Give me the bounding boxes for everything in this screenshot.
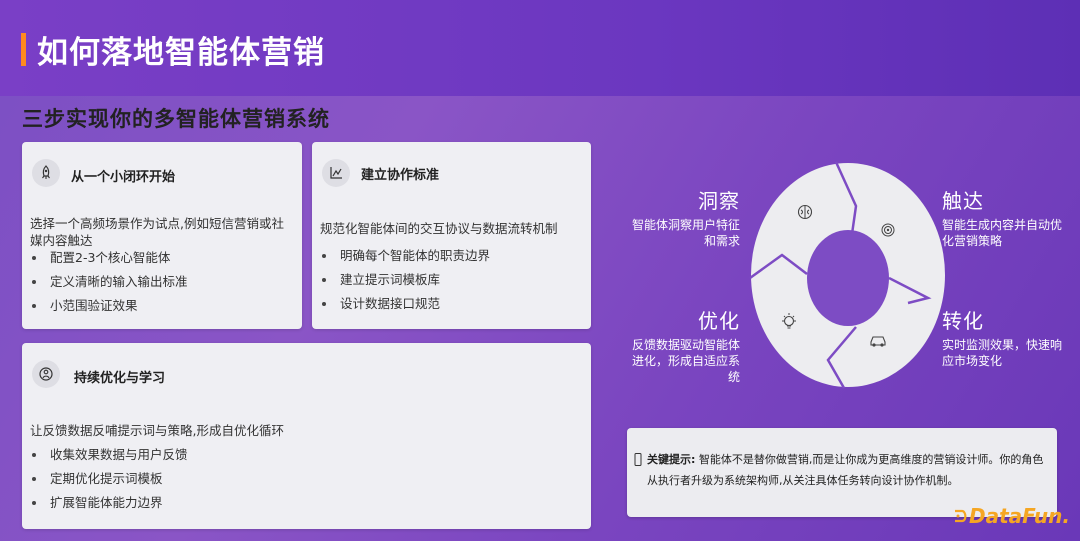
stage-title-convert: 转化 bbox=[942, 309, 984, 333]
card-title: 持续优化与学习 bbox=[74, 371, 166, 386]
bullet-list: 明确每个智能体的职责边界 建立提示词模板库 设计数据接口规范 bbox=[320, 244, 490, 316]
page-title: 如何落地智能体营销 bbox=[37, 35, 325, 71]
title-accent-bar bbox=[21, 33, 26, 66]
cycle-center bbox=[807, 230, 889, 326]
stage-desc-convert: 实时监测效果，快速响应市场变化 bbox=[942, 338, 1063, 368]
card-small-loop: 从一个小闭环开始 选择一个高频场景作为试点,例如短信营销或社媒内容触达 配置2-… bbox=[22, 142, 302, 329]
bullet-item: 配置2-3个核心智能体 bbox=[30, 246, 188, 270]
card-lead-text: 选择一个高频场景作为试点,例如短信营销或社媒内容触达 bbox=[30, 216, 284, 248]
bullet-item: 设计数据接口规范 bbox=[320, 292, 490, 316]
cycle-diagram bbox=[749, 161, 945, 389]
stage-title-reach: 触达 bbox=[942, 189, 984, 213]
card-title: 从一个小闭环开始 bbox=[71, 170, 176, 185]
card-lead-text: 规范化智能体间的交互协议与数据流转机制 bbox=[320, 221, 558, 236]
datafun-logo-mark bbox=[955, 509, 967, 523]
key-tip-text: 关键提示: 智能体不是替你做营销,而是让你成为更高维度的营销设计师。你的角色从执… bbox=[647, 449, 1047, 491]
card-continuous-learning: 持续优化与学习 让反馈数据反哺提示词与策略,形成自优化循环 收集效果数据与用户反… bbox=[22, 343, 591, 529]
bullet-item: 收集效果数据与用户反馈 bbox=[30, 443, 188, 467]
stage-title-insight: 洞察 bbox=[698, 189, 740, 213]
bullet-list: 收集效果数据与用户反馈 定期优化提示词模板 扩展智能体能力边界 bbox=[30, 443, 188, 515]
stage-desc-reach: 智能生成内容并自动优化营销策略 bbox=[942, 218, 1063, 248]
datafun-logo: DataFun. bbox=[953, 504, 1070, 528]
bullet-item: 建立提示词模板库 bbox=[320, 268, 490, 292]
bullet-item: 小范围验证效果 bbox=[30, 294, 188, 318]
card-title: 建立协作标准 bbox=[361, 168, 440, 183]
key-tip-body: 智能体不是替你做营销,而是让你成为更高维度的营销设计师。你的角色从执行者升级为系… bbox=[647, 453, 1044, 487]
bullet-item: 扩展智能体能力边界 bbox=[30, 491, 188, 515]
learning-icon bbox=[32, 360, 60, 388]
card-lead-text: 让反馈数据反哺提示词与策略,形成自优化循环 bbox=[30, 423, 284, 438]
bullet-item: 定期优化提示词模板 bbox=[30, 467, 188, 491]
rocket-icon bbox=[32, 159, 60, 187]
phone-icon bbox=[634, 453, 642, 466]
key-tip-label: 关键提示: bbox=[647, 453, 696, 466]
stage-title-optimize: 优化 bbox=[698, 309, 740, 333]
stage-desc-optimize: 反馈数据驱动智能体进化，形成自适应系统 bbox=[631, 338, 740, 384]
page-subtitle: 三步实现你的多智能体营销系统 bbox=[22, 107, 330, 131]
bullet-item: 定义清晰的输入输出标准 bbox=[30, 270, 188, 294]
card-collaboration: 建立协作标准 规范化智能体间的交互协议与数据流转机制 明确每个智能体的职责边界 … bbox=[312, 142, 591, 329]
datafun-logo-text: DataFun. bbox=[969, 504, 1070, 528]
bullet-list: 配置2-3个核心智能体 定义清晰的输入输出标准 小范围验证效果 bbox=[30, 246, 188, 318]
bullet-item: 明确每个智能体的职责边界 bbox=[320, 244, 490, 268]
stage-desc-insight: 智能体洞察用户特征和需求 bbox=[631, 218, 740, 248]
flow-icon bbox=[322, 159, 350, 187]
